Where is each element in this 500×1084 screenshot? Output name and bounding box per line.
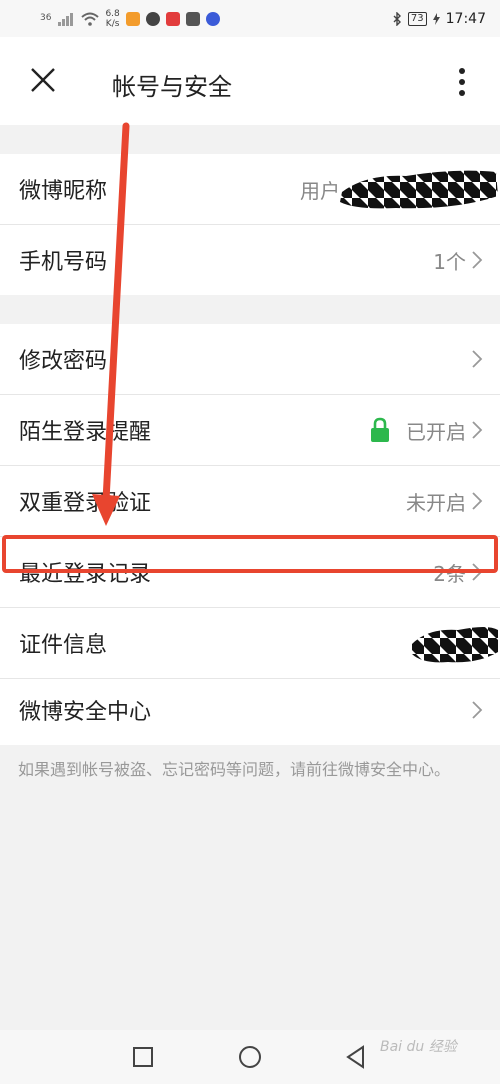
row-two-step-verification[interactable]: 双重登录验证 未开启: [0, 466, 500, 536]
row-id-info[interactable]: 证件信息: [0, 608, 500, 678]
phone-value: 1个: [433, 249, 466, 274]
chat-notification-icon: [145, 11, 160, 26]
speed-value: 6.8: [105, 8, 120, 19]
signal-label: 36: [40, 13, 52, 23]
two-step-value: 未开启: [406, 490, 466, 515]
security-group: 修改密码 陌生登录提醒 已开启 双重登录验证 未开启 最近登录记录 2条 证件信…: [0, 324, 500, 745]
back-icon[interactable]: [343, 1044, 369, 1070]
security-footnote: 如果遇到帐号被盗、忘记密码等问题，请前往微博安全中心。: [18, 760, 451, 779]
redacted-id-info: [412, 627, 498, 663]
stranger-login-label: 陌生登录提醒: [19, 420, 152, 445]
chevron-right-icon: [472, 421, 483, 439]
security-center-label: 微博安全中心: [19, 700, 152, 725]
home-icon[interactable]: [237, 1044, 263, 1070]
chevron-right-icon: [472, 492, 483, 510]
row-recent-login-records[interactable]: 最近登录记录 2条: [0, 537, 500, 607]
wifi-icon: [81, 12, 100, 26]
phone-label: 手机号码: [19, 250, 108, 275]
watermark: Bai du 经验: [380, 1039, 457, 1055]
row-stranger-login-alert[interactable]: 陌生登录提醒 已开启: [0, 395, 500, 465]
chevron-right-icon: [472, 701, 483, 719]
lock-icon: [371, 417, 389, 442]
stranger-login-value: 已开启: [406, 419, 466, 444]
charging-icon: [432, 12, 440, 25]
speed-unit: K/s: [105, 18, 120, 29]
bluetooth-icon: [393, 11, 401, 26]
more-vertical-icon[interactable]: [458, 67, 466, 97]
app-notification-icon: [125, 11, 140, 26]
recent-login-value: 2条: [433, 561, 466, 586]
app-header: 帐号与安全: [0, 37, 500, 125]
row-security-center[interactable]: 微博安全中心: [0, 675, 500, 745]
id-info-label: 证件信息: [19, 633, 108, 658]
network-speed: 6.8 K/s: [105, 9, 119, 29]
bag-notification-icon: [185, 11, 200, 26]
status-left: 36 6.8 K/s: [40, 9, 220, 29]
change-password-label: 修改密码: [19, 349, 108, 374]
chevron-right-icon: [472, 350, 483, 368]
nickname-value: 用户: [300, 178, 340, 203]
music-notification-icon: [205, 11, 220, 26]
battery-level: 73: [407, 11, 427, 26]
recent-apps-icon[interactable]: [130, 1044, 156, 1070]
nickname-label: 微博昵称: [19, 179, 108, 204]
clock: 17:47: [445, 10, 486, 27]
row-phone[interactable]: 手机号码 1个: [0, 225, 500, 295]
row-change-password[interactable]: 修改密码: [0, 324, 500, 394]
close-icon[interactable]: [30, 67, 56, 93]
chevron-right-icon: [472, 563, 483, 581]
account-group: 微博昵称 用户 手机号码 1个: [0, 154, 500, 295]
page-title: 帐号与安全: [112, 73, 232, 101]
row-nickname[interactable]: 微博昵称 用户: [0, 154, 500, 224]
chevron-right-icon: [472, 251, 483, 269]
status-bar: 36 6.8 K/s 73 17:47: [0, 0, 500, 37]
two-step-label: 双重登录验证: [19, 491, 152, 516]
redacted-nickname: [340, 170, 498, 209]
status-right: 73 17:47: [392, 11, 486, 27]
recent-login-label: 最近登录记录: [19, 562, 152, 587]
signal-icon: [58, 12, 74, 26]
video-notification-icon: [165, 11, 180, 26]
